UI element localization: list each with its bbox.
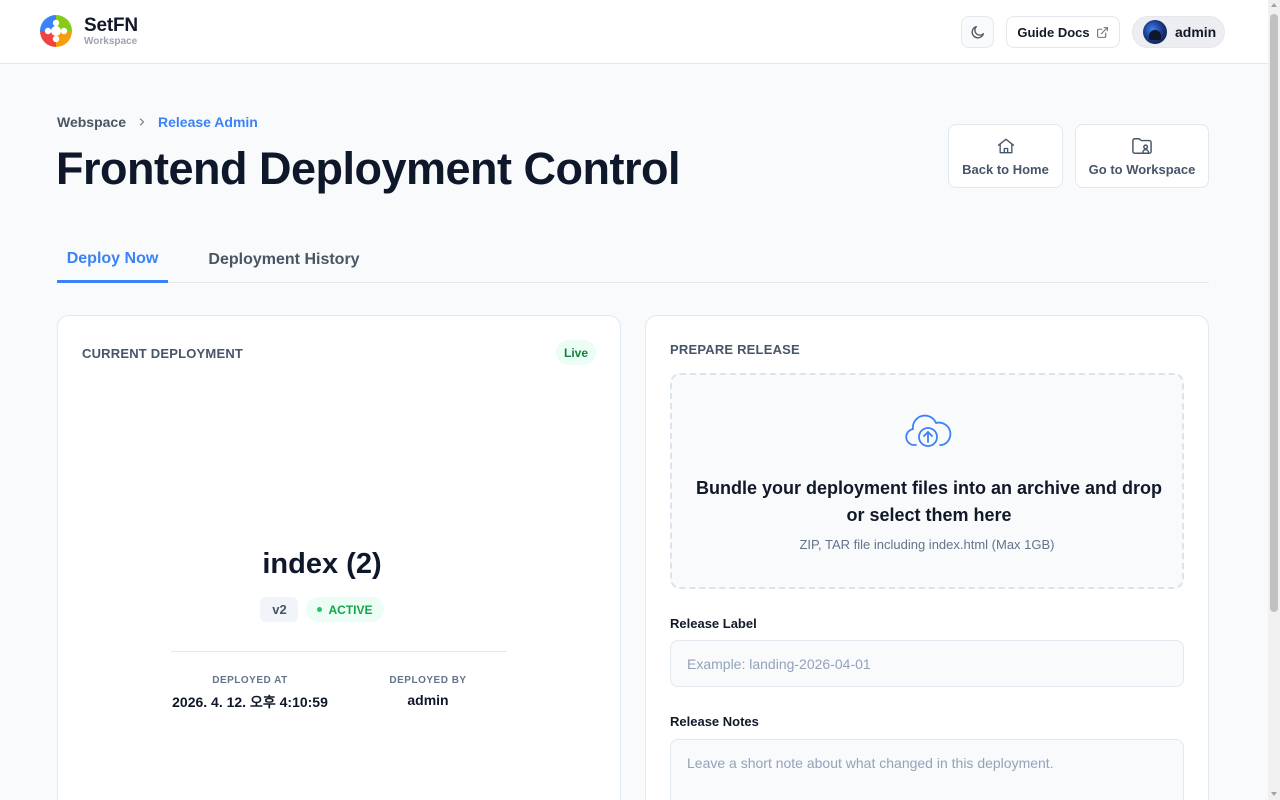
tab-bar: Deploy Now Deployment History	[57, 237, 1209, 283]
dropzone-hint: ZIP, TAR file including index.html (Max …	[799, 537, 1055, 552]
deployed-at: DEPLOYED AT 2026. 4. 12. 오후 4:10:59	[150, 675, 350, 712]
brand-name: SetFN	[84, 14, 138, 36]
back-to-home-button[interactable]: Back to Home	[948, 124, 1063, 188]
page-title: Frontend Deployment Control	[56, 143, 680, 194]
go-to-workspace-label: Go to Workspace	[1088, 161, 1196, 177]
avatar	[1143, 20, 1167, 44]
release-notes-input[interactable]	[670, 739, 1184, 800]
theme-toggle-button[interactable]	[961, 16, 994, 48]
scroll-up-arrow-icon[interactable]	[1271, 3, 1277, 7]
chevron-right-icon	[139, 118, 145, 126]
breadcrumb-item-webspace[interactable]: Webspace	[57, 114, 126, 130]
external-link-icon	[1096, 26, 1108, 38]
folder-user-icon	[1132, 137, 1152, 154]
dropzone-title: Bundle your deployment files into an arc…	[695, 478, 1163, 525]
page-scrollbar[interactable]	[1268, 0, 1280, 800]
release-label-input[interactable]	[670, 640, 1184, 687]
release-label-title: Release Label	[670, 616, 757, 631]
cloud-upload-icon	[905, 414, 952, 447]
deployed-at-value: 2026. 4. 12. 오후 4:10:59	[172, 694, 328, 710]
deployed-by-label: DEPLOYED BY	[389, 675, 467, 686]
status-dot-icon	[317, 607, 323, 612]
prepare-release-card: PREPARE RELEASE Bundle your deployment f…	[645, 315, 1209, 800]
breadcrumb: Webspace Release Admin	[57, 114, 258, 130]
guide-docs-label: Guide Docs	[1017, 24, 1090, 40]
divider	[171, 651, 507, 652]
current-deployment-label: CURRENT DEPLOYMENT	[82, 346, 244, 361]
deployed-by: DEPLOYED BY admin	[358, 675, 498, 708]
home-icon	[997, 138, 1014, 153]
release-notes-title: Release Notes	[670, 714, 759, 729]
status-badge: ACTIVE	[306, 597, 384, 622]
current-deployment-card: CURRENT DEPLOYMENT Live index (2) v2 ACT…	[57, 315, 621, 800]
user-menu-button[interactable]: admin	[1132, 16, 1225, 48]
scroll-down-arrow-icon[interactable]	[1271, 792, 1277, 796]
deployment-name: index (2)	[262, 548, 382, 580]
deployment-badges: v2 ACTIVE	[58, 597, 586, 622]
tab-deployment-history[interactable]: Deployment History	[200, 237, 368, 283]
moon-icon	[971, 26, 984, 39]
setfn-logo-icon	[40, 15, 72, 47]
breadcrumb-item-release-admin[interactable]: Release Admin	[158, 114, 258, 130]
scroll-thumb[interactable]	[1270, 14, 1278, 612]
guide-docs-button[interactable]: Guide Docs	[1006, 16, 1120, 48]
back-to-home-label: Back to Home	[962, 161, 1049, 177]
brand[interactable]: SetFN Workspace	[39, 14, 138, 48]
brand-subtitle: Workspace	[84, 35, 138, 47]
version-badge: v2	[260, 597, 299, 622]
live-badge: Live	[556, 340, 596, 365]
go-to-workspace-button[interactable]: Go to Workspace	[1075, 124, 1209, 188]
tab-deploy-now[interactable]: Deploy Now	[57, 237, 168, 283]
prepare-release-label: PREPARE RELEASE	[670, 342, 800, 357]
file-dropzone[interactable]: Bundle your deployment files into an arc…	[670, 373, 1184, 589]
status-text: ACTIVE	[328, 602, 373, 617]
top-bar: SetFN Workspace Guide Docs admin	[0, 0, 1268, 64]
user-name: admin	[1175, 24, 1217, 40]
deployed-by-value: admin	[407, 692, 449, 708]
deployed-at-label: DEPLOYED AT	[212, 675, 288, 686]
